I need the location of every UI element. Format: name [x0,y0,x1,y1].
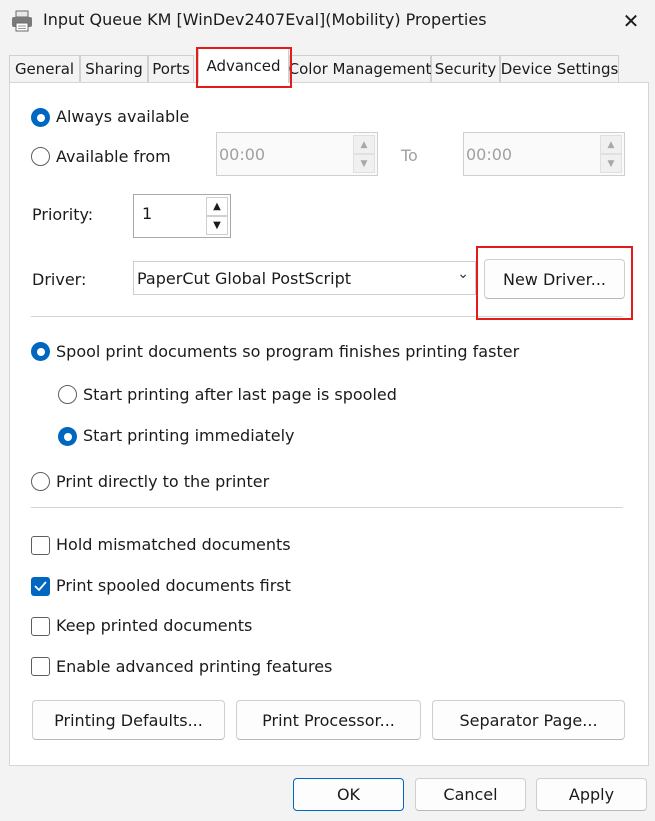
chevron-down-icon: ⌄ [457,266,469,282]
print-processor-button[interactable]: Print Processor... [236,700,421,740]
priority-input[interactable]: 1 ▲ ▼ [133,194,231,238]
advanced-features-label: Enable advanced printing features [56,657,333,676]
separator-page-button[interactable]: Separator Page... [432,700,625,740]
start-immediately-radio[interactable] [58,427,77,446]
advanced-features-checkbox[interactable] [31,657,50,676]
tab-advanced[interactable]: Advanced [198,48,289,83]
available-to-time-input[interactable]: 00:00 ▲ ▼ [463,132,625,176]
close-button[interactable]: ✕ [615,6,647,36]
tab-security[interactable]: Security [431,55,500,82]
spin-down-icon[interactable]: ▼ [206,216,228,235]
spin-down-icon[interactable]: ▼ [600,154,622,173]
keep-printed-checkbox[interactable] [31,617,50,636]
tab-strip: General Sharing Ports Advanced Color Man… [9,48,649,83]
spool-documents-radio[interactable] [31,342,50,361]
priority-spinner[interactable]: ▲ ▼ [206,197,228,235]
print-spooled-first-label: Print spooled documents first [56,576,291,595]
from-time-spinner[interactable]: ▲ ▼ [353,135,375,173]
tab-general[interactable]: General [9,55,80,82]
new-driver-button[interactable]: New Driver... [484,259,625,299]
spin-up-icon[interactable]: ▲ [206,197,228,216]
window-title: Input Queue KM [WinDev2407Eval](Mobility… [43,10,487,29]
print-directly-label: Print directly to the printer [56,472,270,491]
available-from-label: Available from [56,147,171,166]
tab-sharing[interactable]: Sharing [80,55,148,82]
start-after-last-page-radio[interactable] [58,385,77,404]
divider [31,316,623,317]
to-label: To [401,146,418,165]
driver-label: Driver: [32,270,87,289]
title-bar: Input Queue KM [WinDev2407Eval](Mobility… [0,0,655,42]
checkmark-icon [34,581,47,591]
available-from-time-input[interactable]: 00:00 ▲ ▼ [216,132,378,176]
start-immediately-label: Start printing immediately [83,426,295,445]
apply-button[interactable]: Apply [536,778,647,811]
ok-button[interactable]: OK [293,778,404,811]
spin-up-icon[interactable]: ▲ [600,135,622,154]
printing-defaults-button[interactable]: Printing Defaults... [32,700,225,740]
always-available-radio[interactable] [31,108,50,127]
keep-printed-label: Keep printed documents [56,616,253,635]
spin-up-icon[interactable]: ▲ [353,135,375,154]
tab-ports[interactable]: Ports [148,55,194,82]
from-time-value: 00:00 [219,145,266,164]
start-after-last-page-label: Start printing after last page is spoole… [83,385,397,404]
driver-value: PaperCut Global PostScript [137,269,351,288]
hold-mismatched-label: Hold mismatched documents [56,535,291,554]
print-spooled-first-checkbox[interactable] [31,577,50,596]
priority-value: 1 [142,204,153,223]
available-from-radio[interactable] [31,147,50,166]
spool-documents-label: Spool print documents so program finishe… [56,342,520,361]
print-directly-radio[interactable] [31,472,50,491]
priority-label: Priority: [32,205,94,224]
divider [31,507,623,508]
close-icon: ✕ [622,9,640,33]
printer-icon [10,9,34,33]
driver-select[interactable]: PaperCut Global PostScript ⌄ [133,261,476,295]
to-time-spinner[interactable]: ▲ ▼ [600,135,622,173]
always-available-label: Always available [56,107,190,126]
tab-color-management[interactable]: Color Management [289,55,431,82]
hold-mismatched-checkbox[interactable] [31,536,50,555]
to-time-value: 00:00 [466,145,513,164]
spin-down-icon[interactable]: ▼ [353,154,375,173]
tab-device-settings[interactable]: Device Settings [500,55,619,82]
cancel-button[interactable]: Cancel [415,778,526,811]
